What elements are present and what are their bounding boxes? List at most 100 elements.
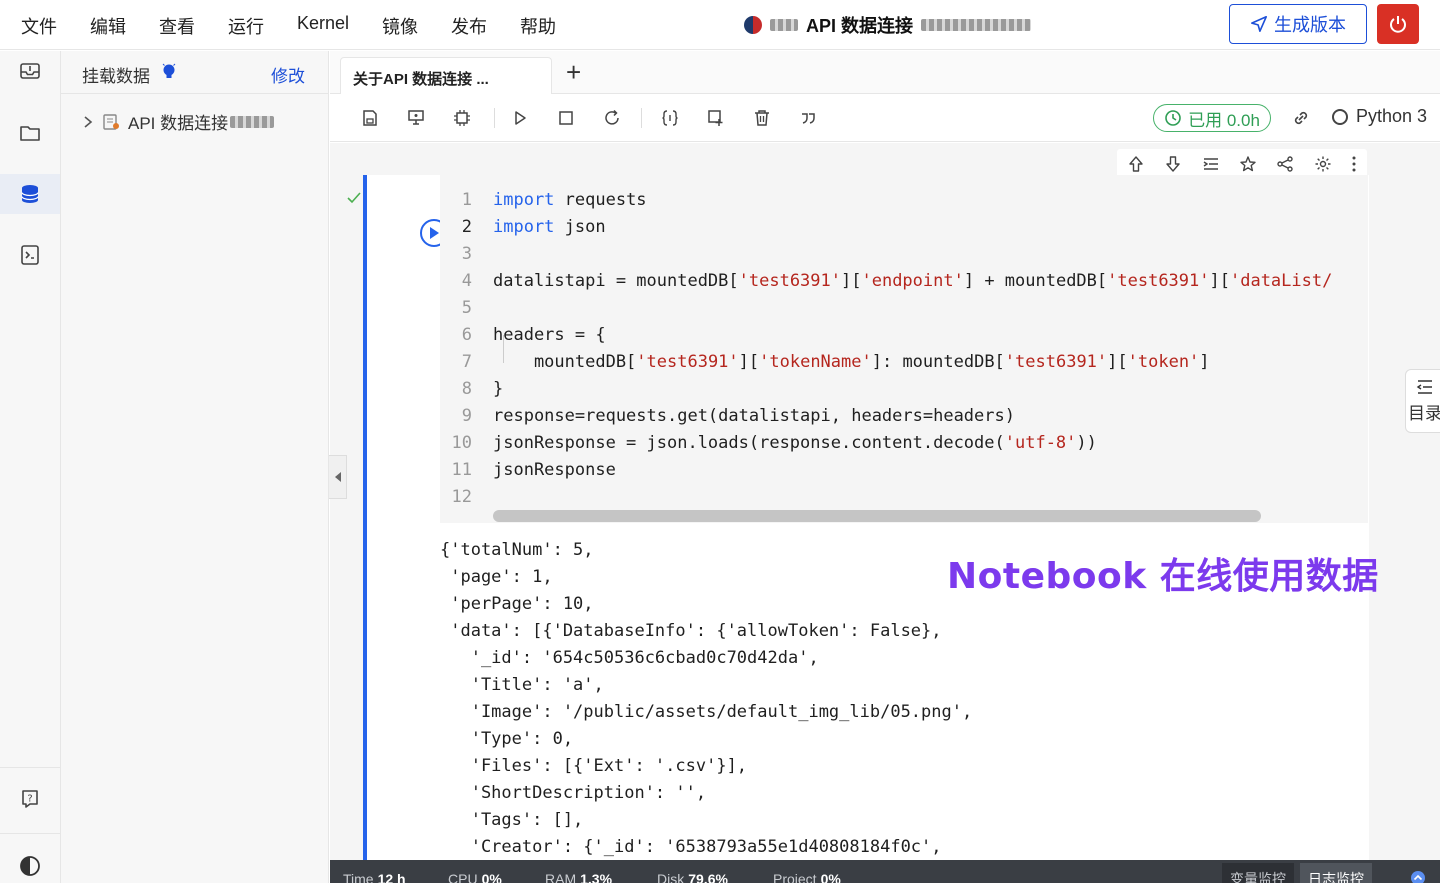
redacted-text [921,19,1032,31]
expand-icon[interactable] [1410,870,1426,883]
redacted-text [770,19,798,31]
outline-icon[interactable] [1202,155,1220,173]
link-icon[interactable] [1290,107,1312,129]
more-icon[interactable] [1351,155,1357,173]
redacted-text [230,115,275,128]
usage-label: 已用 0.0h [1188,110,1260,130]
rail-data-button[interactable] [0,174,60,214]
menu-file[interactable]: 文件 [21,13,57,39]
toolbar-divider [494,108,495,128]
edit-mounts-link[interactable]: 修改 [271,62,305,87]
menu-help[interactable]: 帮助 [520,13,556,39]
code-line[interactable]: 1 import requests [440,187,1368,214]
toc-button[interactable]: 目录 [1405,369,1440,433]
share-icon[interactable] [1276,155,1294,173]
menu-publish[interactable]: 发布 [451,13,487,39]
panel-divider [61,93,329,94]
menu-view[interactable]: 查看 [159,13,195,39]
notebook-toolbar: 已用 0.0h Python 3 [330,94,1440,142]
add-cell-icon[interactable] [705,107,727,129]
usage-badge[interactable]: 已用 0.0h [1153,104,1271,132]
horizontal-scrollbar[interactable] [493,510,1261,522]
code-token: datalistapi = mountedDB[ [493,271,739,291]
tab-log-monitor[interactable]: 日志监控 [1300,863,1372,883]
code-editor[interactable]: 12 11 jsonResponse 10 jsonResponse = json.lo… [440,175,1368,523]
code-token: mountedDB[ [493,352,637,372]
generate-version-button[interactable]: 生成版本 [1229,4,1367,44]
code-token: )) [1076,433,1097,453]
menu-bar: 文件 编辑 查看 运行 Kernel 镜像 发布 帮助 API 数据连接 生成版… [0,0,1440,50]
code-line[interactable]: 6 headers = { [440,322,1368,349]
delete-icon[interactable] [751,107,773,129]
menu-image[interactable]: 镜像 [382,13,418,39]
kernel-status[interactable]: Python 3 [1332,106,1427,127]
rail-help-button[interactable]: ? [0,779,60,819]
tab-variable-monitor[interactable]: 变量监控 [1222,863,1294,883]
code-line[interactable]: 10 jsonResponse = json.loads(response.con… [440,430,1368,457]
code-line[interactable]: 9 response=requests.get(datalistapi, head… [440,403,1368,430]
code-string: 'tokenName' [759,352,872,372]
code-token: headers = { [493,325,606,345]
code-line[interactable]: 3 [440,241,1368,268]
menu-kernel[interactable]: Kernel [297,13,349,34]
code-cell-icon[interactable] [659,107,681,129]
rail-report-button[interactable] [0,235,60,275]
code-line[interactable]: 12 [440,484,1368,511]
line-number: 12 [451,487,472,507]
kernel-idle-icon [1332,108,1348,125]
move-down-icon[interactable] [1164,155,1182,173]
code-line[interactable]: 5 [440,295,1368,322]
database-icon [21,185,39,203]
power-button[interactable] [1377,4,1419,44]
code-line[interactable]: 2 import json [440,214,1368,241]
stop-icon[interactable] [555,107,577,129]
status-bar: Time 12 h CPU 0% RAM 1.3% Disk 79.6% Project… [330,860,1440,883]
notebook-body: 12 11 jsonResponse 10 jsonResponse = json.lo… [330,143,1440,860]
output-line: 'Type': 0, [440,729,574,749]
clock-icon [1165,110,1181,126]
resource-icon[interactable] [451,107,473,129]
chevron-right-icon [84,115,93,128]
restart-icon[interactable] [601,107,623,129]
present-icon[interactable] [405,107,427,129]
rail-theme-button[interactable] [0,846,60,883]
project-title-area: API 数据连接 [744,12,1032,38]
code-line[interactable]: 4 datalistapi = mountedDB['test6391']['en… [440,268,1368,295]
code-text: } [493,376,503,403]
output-line: {'totalNum': 5, [440,540,594,560]
rail-inbox-button[interactable] [0,51,60,91]
star-icon[interactable] [1239,155,1257,173]
tree-item-api-connection[interactable]: API 数据连接 [82,109,275,134]
code-string: 'test6391' [1004,352,1108,372]
settings-icon[interactable] [1314,155,1332,173]
move-up-icon[interactable] [1127,155,1145,173]
code-line[interactable]: 8} [440,376,1368,403]
report-icon [21,245,39,265]
activity-rail: ? [0,51,61,883]
lightbulb-icon[interactable] [162,63,176,86]
code-token: ] [1199,352,1210,372]
run-icon[interactable] [509,107,531,129]
panel-title: 挂载数据 [82,67,150,86]
send-icon [1250,15,1268,33]
menu-edit[interactable]: 编辑 [90,13,126,39]
toc-icon [1416,379,1432,394]
status-disk: Disk 79.6% [657,871,728,883]
quote-icon[interactable] [797,107,819,129]
inbox-icon [20,63,40,79]
tab-notebook[interactable]: 关于API 数据连接 ... [340,57,552,95]
code-token: jsonResponse [493,460,616,480]
line-number: 5 [461,298,472,318]
code-line[interactable]: 7 mountedDB['test6391']['tokenName']: mo… [440,349,1368,376]
rail-files-button[interactable] [0,113,60,153]
line-number: 7 [461,352,472,372]
help-icon: ? [22,790,38,808]
code-line[interactable]: 11 jsonResponse [440,457,1368,484]
project-title: API 数据连接 [806,16,914,36]
save-icon[interactable] [359,107,381,129]
code-token: ] + mountedDB[ [963,271,1108,291]
collapse-panel-button[interactable] [329,455,347,499]
menu-run[interactable]: 运行 [228,13,264,39]
add-tab-button[interactable]: + [566,59,581,85]
executed-check-icon [347,192,361,204]
